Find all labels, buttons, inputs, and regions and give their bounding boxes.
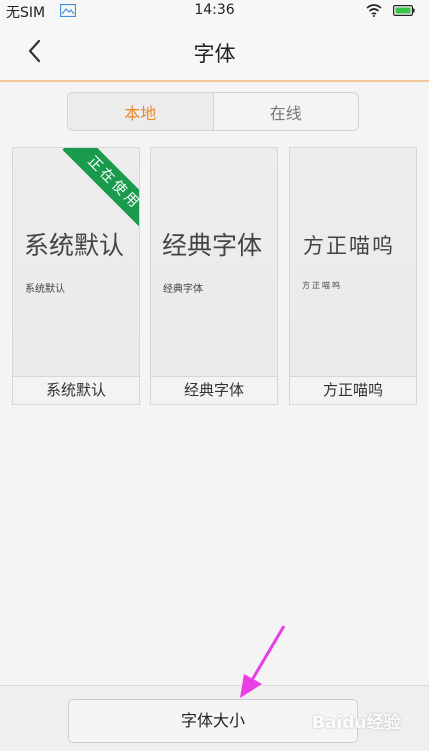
in-use-badge: 正在使用 xyxy=(62,148,139,228)
font-card-system-default[interactable]: 系统默认 系统默认 正在使用 系统默认 xyxy=(12,147,140,405)
watermark-text: Baidu经验 xyxy=(312,713,401,733)
font-name-label: 方正喵呜 xyxy=(290,376,416,404)
font-preview-large-text: 经典字体 xyxy=(162,231,263,260)
source-tabs: 本地 在线 xyxy=(67,92,359,131)
font-name-label: 经典字体 xyxy=(151,376,277,404)
font-preview-small-text: 系统默认 xyxy=(25,284,65,295)
battery-icon xyxy=(393,5,415,16)
font-preview: 经典字体 经典字体 xyxy=(151,148,277,376)
clock: 14:36 xyxy=(194,2,235,18)
font-preview: 方正喵呜 方正喵呜 xyxy=(290,148,416,376)
font-card-fangzheng-miaowu[interactable]: 方正喵呜 方正喵呜 方正喵呜 xyxy=(289,147,417,405)
title-bar: 字体 xyxy=(0,22,429,82)
page-title: 字体 xyxy=(193,42,236,66)
font-name-label: 系统默认 xyxy=(13,376,139,404)
font-preview-small-text: 经典字体 xyxy=(163,284,203,295)
font-preview-large-text: 系统默认 xyxy=(24,231,125,260)
watermark-logo: Baidu经验 xyxy=(312,708,422,738)
tab-local[interactable]: 本地 xyxy=(68,93,214,130)
wifi-icon xyxy=(366,4,382,17)
status-bar: 无SIM 14:36 xyxy=(0,0,429,22)
font-preview-small-text: 方正喵呜 xyxy=(302,281,342,290)
font-preview-large-text: 方正喵呜 xyxy=(303,234,395,258)
font-card-classic[interactable]: 经典字体 经典字体 经典字体 xyxy=(150,147,278,405)
in-use-ribbon: 正在使用 xyxy=(59,148,139,228)
tab-online[interactable]: 在线 xyxy=(213,93,358,130)
